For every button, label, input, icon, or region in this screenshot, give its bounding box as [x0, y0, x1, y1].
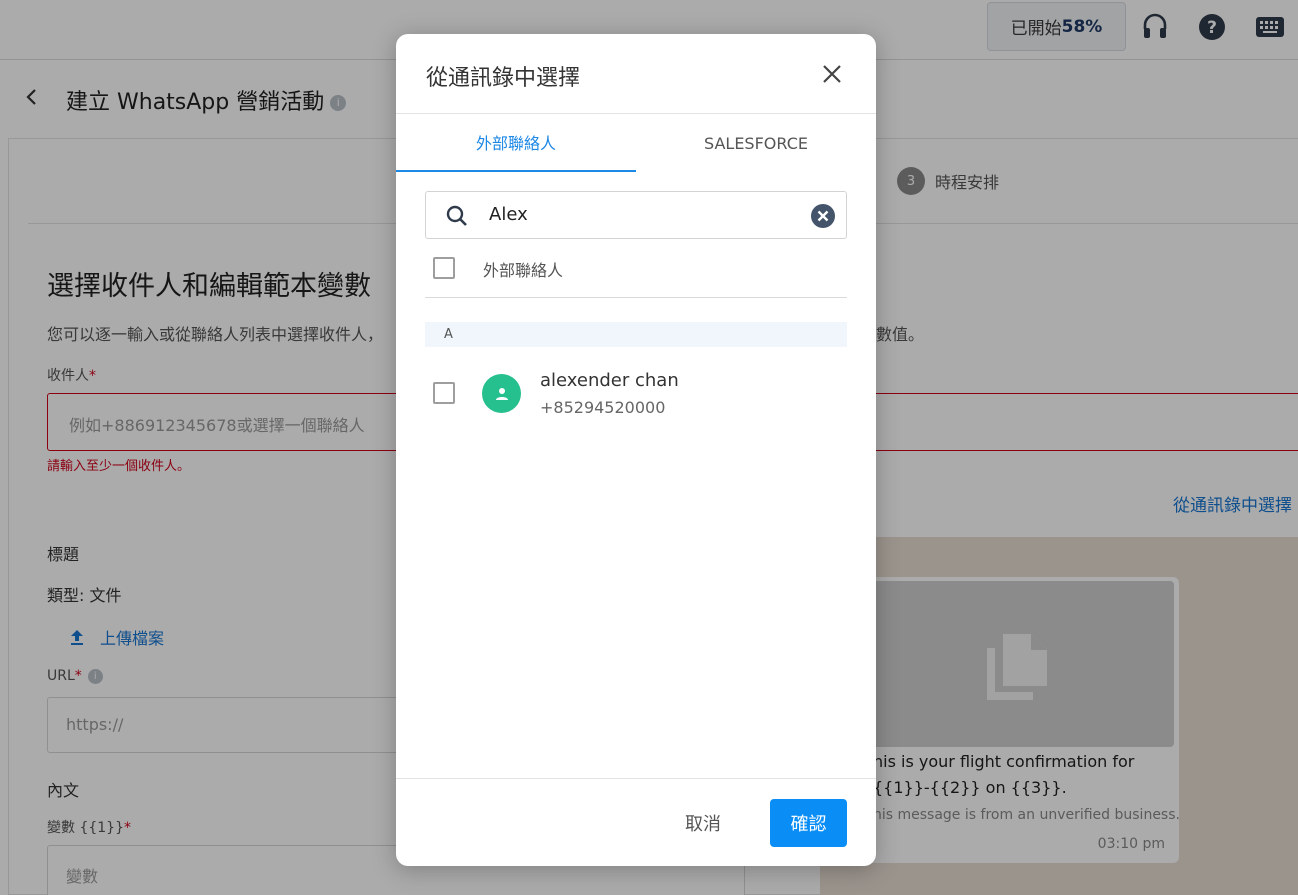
- contact-name: alexender chan: [540, 370, 679, 391]
- divider: [396, 778, 876, 779]
- close-icon[interactable]: [820, 62, 844, 86]
- select-all-label: 外部聯絡人: [483, 261, 564, 280]
- divider: [425, 297, 847, 298]
- select-all-checkbox[interactable]: [433, 257, 455, 279]
- select-contacts-dialog: 從通訊錄中選擇 外部聯絡人 SALESFORCE Alex 外部聯絡人 A al…: [396, 34, 876, 866]
- cancel-button[interactable]: 取消: [666, 799, 740, 847]
- contact-search-input[interactable]: Alex: [425, 191, 847, 239]
- contact-phone: +85294520000: [540, 398, 666, 417]
- clear-search-icon[interactable]: [811, 204, 835, 228]
- person-icon: [495, 387, 508, 400]
- confirm-button[interactable]: 確認: [770, 799, 847, 847]
- group-header: A: [425, 322, 847, 347]
- search-icon: [445, 204, 469, 232]
- tab-external-contacts[interactable]: 外部聯絡人: [396, 114, 636, 172]
- list-item[interactable]: alexender chan +85294520000: [425, 364, 847, 422]
- tab-salesforce[interactable]: SALESFORCE: [636, 114, 876, 172]
- dialog-title: 從通訊錄中選擇: [426, 66, 581, 91]
- contact-checkbox[interactable]: [433, 382, 455, 404]
- search-value: Alex: [489, 204, 528, 225]
- avatar: [482, 374, 521, 413]
